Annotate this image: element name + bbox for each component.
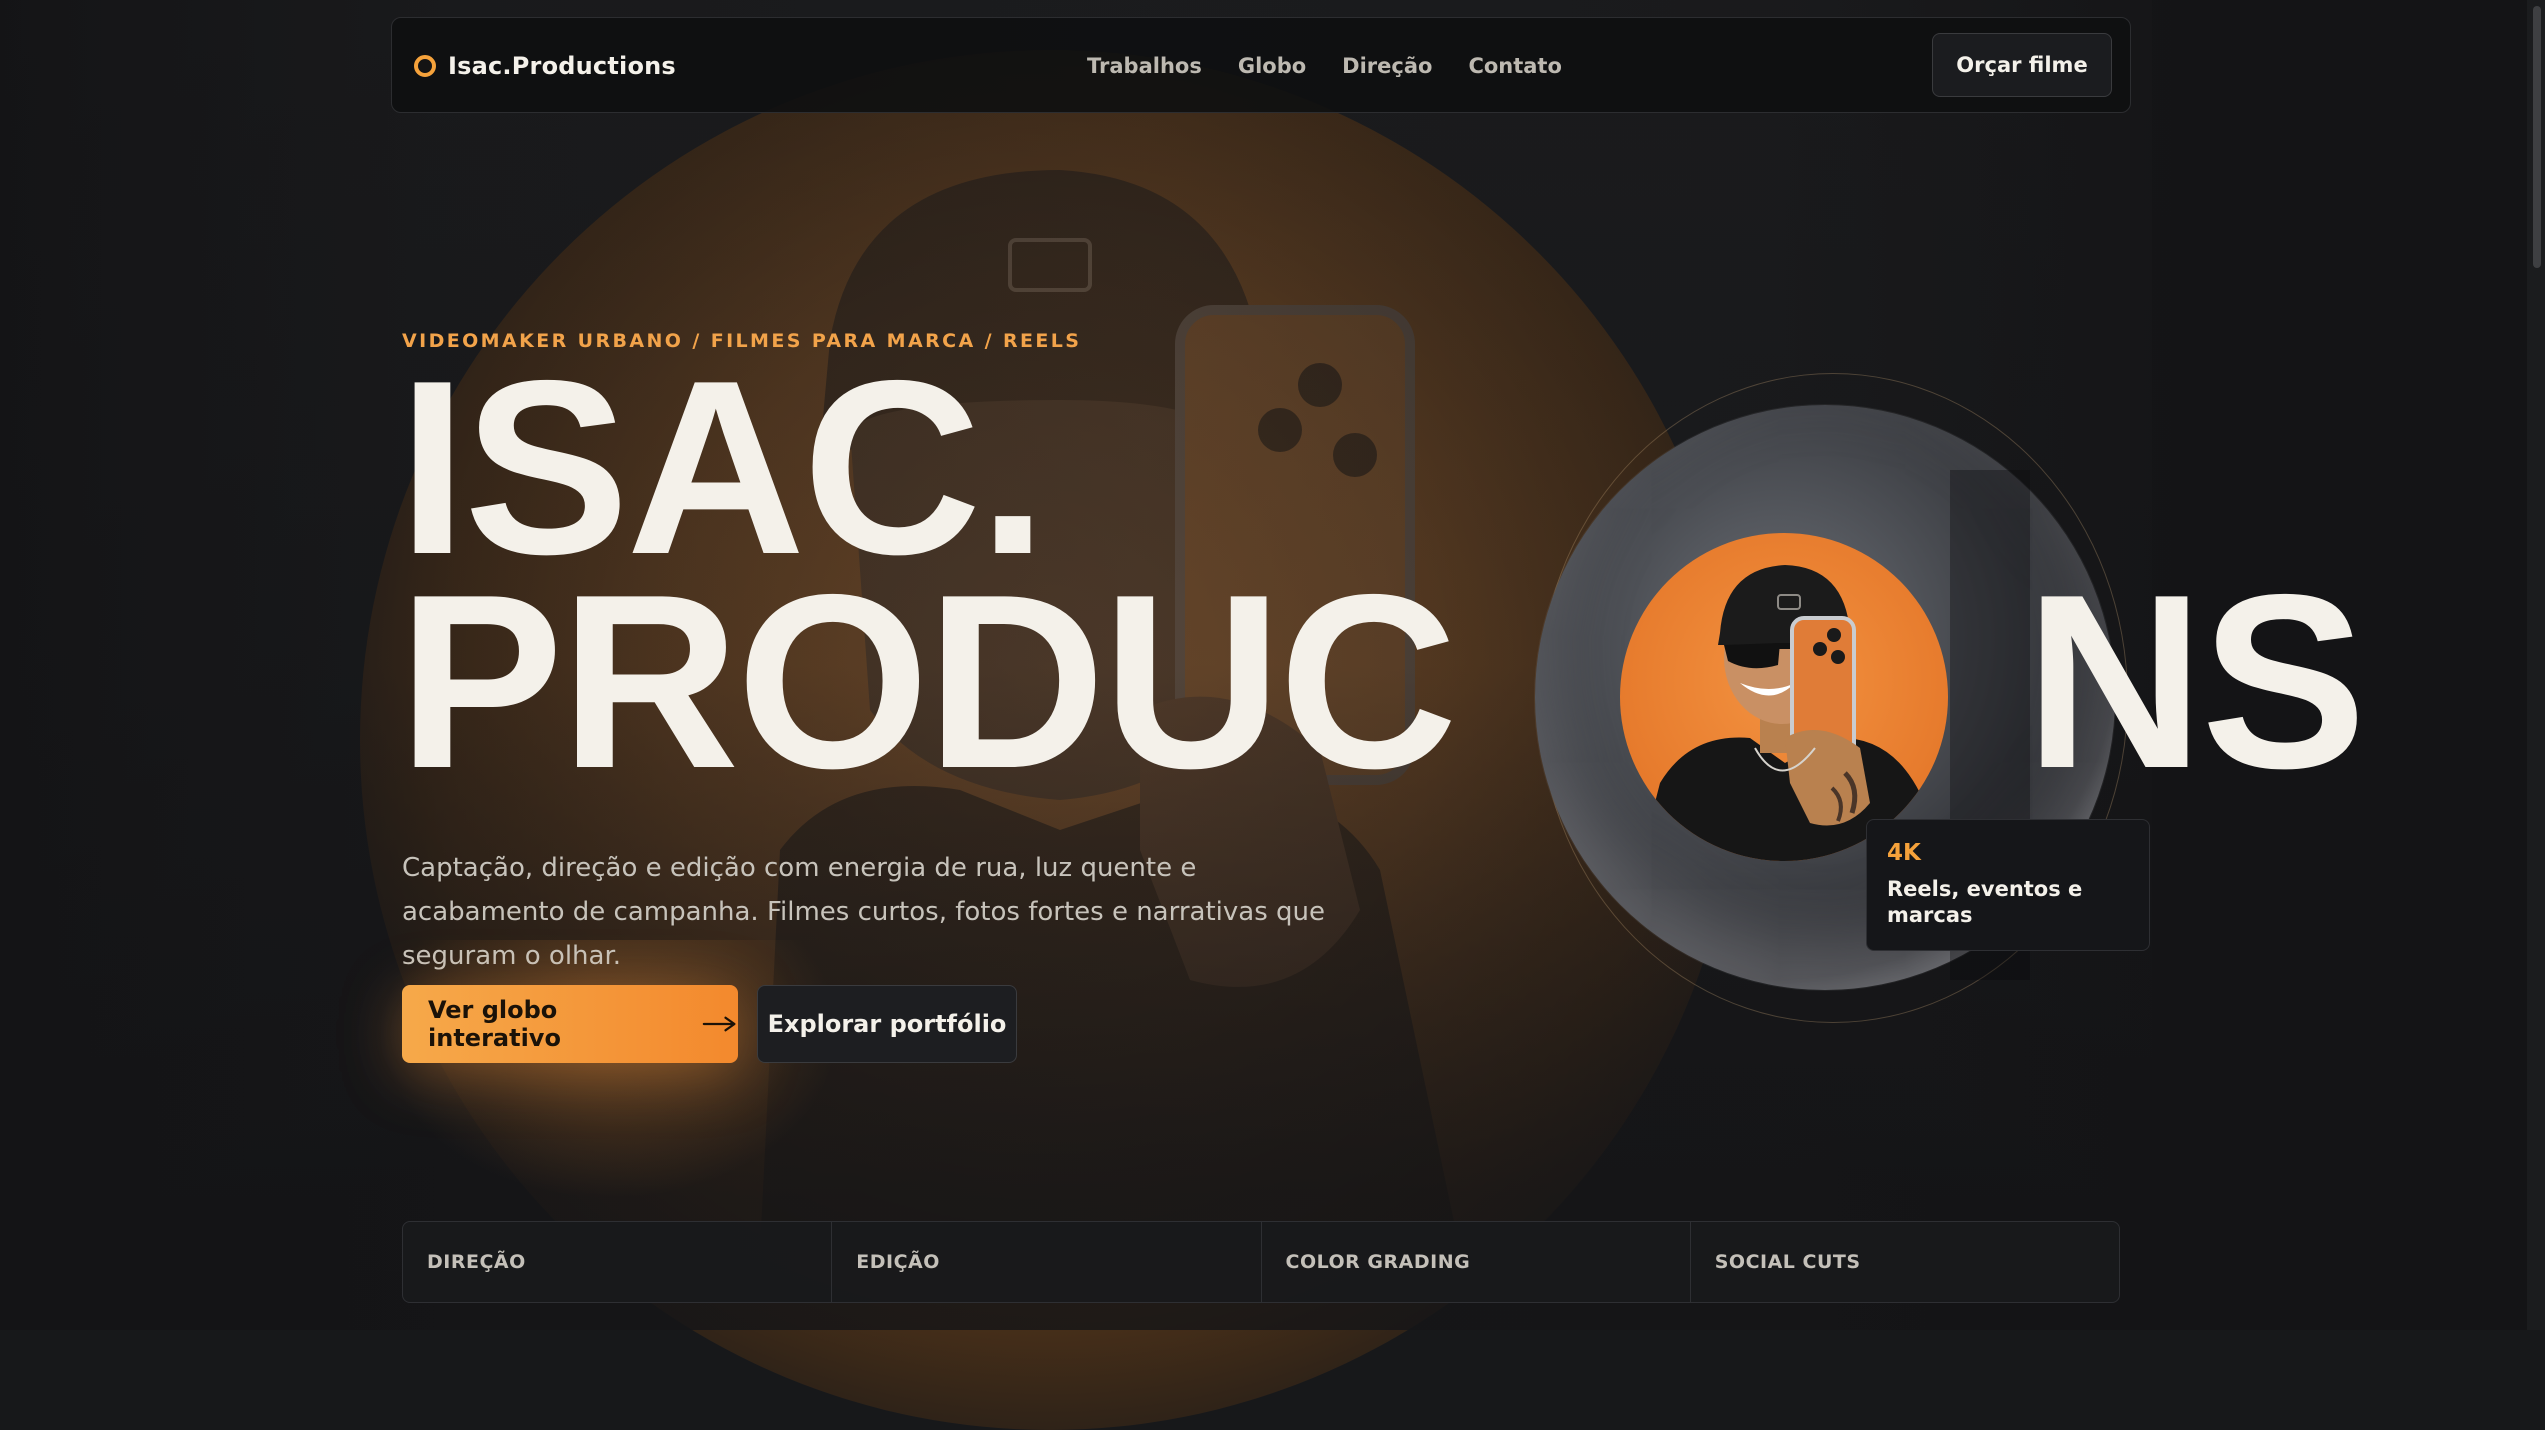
service-color-grading: COLOR GRADING xyxy=(1262,1222,1691,1302)
view-globe-button[interactable]: Ver globo interativo xyxy=(402,985,738,1063)
nav-link-contato[interactable]: Contato xyxy=(1468,54,1561,78)
services-strip: DIREÇÃO EDIÇÃO COLOR GRADING SOCIAL CUTS xyxy=(402,1221,2120,1303)
nav-link-direcao[interactable]: Direção xyxy=(1342,54,1432,78)
view-globe-button-label: Ver globo interativo xyxy=(428,996,561,1052)
hero-intro: Captação, direção e edição com energia d… xyxy=(402,853,1325,971)
brand-logo[interactable]: Isac.Productions xyxy=(414,18,676,114)
nav-links: Trabalhos Globo Direção Contato xyxy=(1087,18,1562,114)
service-edicao: EDIÇÃO xyxy=(832,1222,1262,1302)
headline-line-2-end: NS xyxy=(2025,542,2367,820)
explore-portfolio-button[interactable]: Explorar portfólio xyxy=(757,985,1017,1063)
avatar-portrait xyxy=(1620,533,1948,861)
scrollbar-thumb[interactable] xyxy=(2533,6,2541,268)
quote-film-button[interactable]: Orçar filme xyxy=(1932,33,2112,97)
stat-value: 4K xyxy=(1887,840,1921,866)
brand-name: Isac.Productions xyxy=(448,52,676,80)
nav-link-trabalhos[interactable]: Trabalhos xyxy=(1087,54,1202,78)
service-direcao: DIREÇÃO xyxy=(403,1222,833,1302)
portrait-photo xyxy=(1640,565,1930,861)
ring-logo-icon xyxy=(414,55,436,77)
button-glow xyxy=(380,940,840,1200)
stat-card: 4K Reels, eventos e marcas xyxy=(1866,819,2150,951)
service-social-cuts: SOCIAL CUTS xyxy=(1714,1251,1861,1273)
hero-headline: ISAC. PRODUC xyxy=(398,343,1458,820)
headline-line-2: PRODUC xyxy=(398,542,1458,820)
stat-label: Reels, eventos e marcas xyxy=(1887,877,2083,927)
arrow-right-icon xyxy=(702,1016,736,1032)
nav-link-globo[interactable]: Globo xyxy=(1238,54,1306,78)
top-navbar: Isac.Productions Trabalhos Globo Direção… xyxy=(391,17,2131,113)
